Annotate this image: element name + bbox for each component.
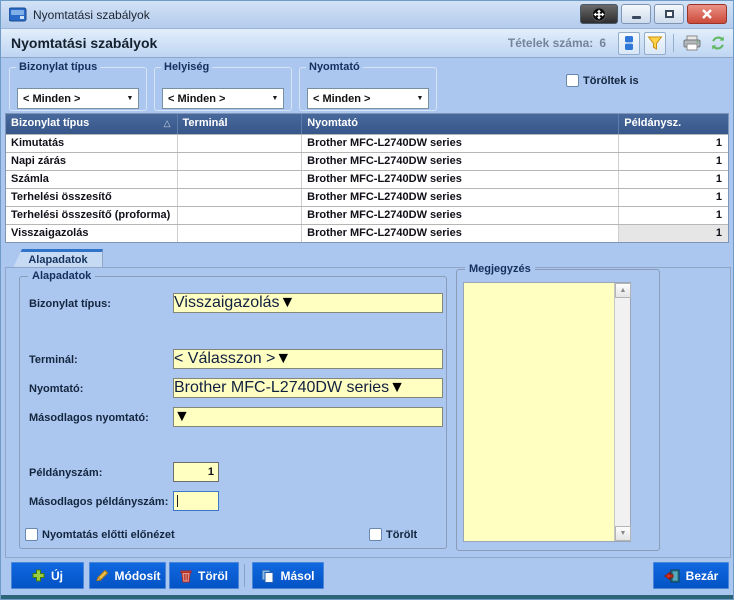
filter-printer-group: Nyomtató < Minden > ▼ (299, 61, 437, 111)
toolbar-separator (244, 564, 245, 587)
maximize-icon[interactable] (654, 4, 684, 24)
filter-location-select[interactable]: < Minden > ▼ (162, 88, 284, 109)
checkbox-icon (369, 528, 382, 541)
app-icon (9, 7, 27, 22)
chevron-down-icon: ▼ (275, 350, 291, 368)
deleted-checkbox[interactable]: Törölt (369, 528, 417, 541)
items-count-label: Tételek száma: (508, 36, 593, 50)
chevron-down-icon: ▼ (412, 95, 428, 102)
table-header-row: Bizonylat típus△ Terminál Nyomtató Példá… (6, 114, 728, 134)
delete-button[interactable]: Töröl (169, 562, 239, 589)
chevron-down-icon: ▼ (122, 95, 138, 102)
table-row[interactable]: Terhelési összesítő Brother MFC-L2740DW … (6, 188, 728, 206)
scroll-down-icon[interactable]: ▼ (615, 526, 631, 541)
window: Nyomtatási szabályok Nyomtatási szabályo… (0, 0, 734, 600)
comment-group-title: Megjegyzés (465, 263, 535, 275)
checkbox-icon (566, 74, 579, 87)
printer-select[interactable]: Brother MFC-L2740DW series ▼ (173, 378, 443, 398)
filter-printer-label: Nyomtató (306, 61, 363, 73)
filter-location-group: Helyiség < Minden > ▼ (154, 61, 292, 111)
plus-icon (32, 569, 45, 582)
tab-alapadatok[interactable]: Alapadatok (13, 249, 103, 268)
move-icon[interactable] (580, 4, 618, 24)
comment-textarea[interactable]: ▲ ▼ (463, 282, 631, 542)
items-count-value: 6 (599, 36, 606, 50)
header-separator (673, 34, 674, 52)
secondary-copies-label: Másodlagos példányszám: (29, 496, 168, 508)
filter-document-type-select[interactable]: < Minden > ▼ (17, 88, 139, 109)
refresh-icon[interactable] (707, 32, 729, 54)
new-button[interactable]: Új (11, 562, 84, 589)
filter-location-label: Helyiség (161, 61, 212, 73)
table-row[interactable]: Napi zárás Brother MFC-L2740DW series 1 (6, 152, 728, 170)
chevron-down-icon: ▼ (389, 379, 405, 397)
terminal-select[interactable]: < Válasszon > ▼ (173, 349, 443, 369)
text-caret (177, 495, 178, 507)
modify-button[interactable]: Módosít (89, 562, 166, 589)
printer-label: Nyomtató: (29, 383, 83, 395)
filter-document-type-label: Bizonylat típus (16, 61, 100, 73)
copy-button[interactable]: Másol (252, 562, 324, 589)
column-header[interactable]: Terminál (177, 114, 302, 134)
basic-data-group-title: Alapadatok (28, 270, 95, 282)
window-bottom-edge (1, 595, 733, 599)
filter-icon[interactable] (644, 32, 666, 55)
filter-printer-select[interactable]: < Minden > ▼ (307, 88, 429, 109)
chevron-down-icon: ▼ (267, 95, 283, 102)
preview-checkbox[interactable]: Nyomtatás előtti előnézet (25, 528, 175, 541)
chevron-down-icon: ▼ (280, 294, 296, 312)
scrollbar[interactable]: ▲ ▼ (614, 283, 630, 541)
header-bar: Nyomtatási szabályok Tételek száma: 6 (1, 29, 733, 58)
table-row-selected[interactable]: Visszaigazolás Brother MFC-L2740DW serie… (6, 224, 728, 242)
grid-view-icon[interactable] (618, 32, 640, 55)
chevron-down-icon: ▼ (174, 408, 190, 426)
column-header[interactable]: Bizonylat típus△ (6, 114, 177, 134)
column-header[interactable]: Nyomtató (301, 114, 618, 134)
copy-icon (261, 569, 274, 583)
sort-ascending-icon: △ (164, 118, 171, 129)
window-controls (580, 4, 727, 24)
trash-icon (180, 569, 192, 583)
copies-label: Példányszám: (29, 467, 102, 479)
close-window-button[interactable]: Bezár (653, 562, 729, 589)
table-row[interactable]: Kimutatás Brother MFC-L2740DW series 1 (6, 134, 728, 152)
secondary-copies-input[interactable] (173, 491, 219, 511)
secondary-printer-select[interactable]: ▼ (173, 407, 443, 427)
window-title: Nyomtatási szabályok (33, 8, 150, 22)
scroll-up-icon[interactable]: ▲ (615, 283, 631, 298)
print-icon[interactable] (681, 32, 703, 54)
exit-door-icon (664, 569, 680, 583)
filter-document-type-group: Bizonylat típus < Minden > ▼ (9, 61, 147, 111)
close-icon[interactable] (687, 4, 727, 24)
table-row[interactable]: Terhelési összesítő (proforma) Brother M… (6, 206, 728, 224)
page-title: Nyomtatási szabályok (1, 35, 157, 51)
document-type-label: Bizonylat típus: (29, 298, 111, 310)
rules-table: Bizonylat típus△ Terminál Nyomtató Példá… (5, 113, 729, 243)
copies-input[interactable]: 1 (173, 462, 219, 482)
column-header[interactable]: Példánysz. (618, 114, 728, 134)
checkbox-icon (25, 528, 38, 541)
minimize-icon[interactable] (621, 4, 651, 24)
secondary-printer-label: Másodlagos nyomtató: (29, 412, 149, 424)
deleted-too-checkbox[interactable]: Töröltek is (566, 74, 639, 87)
document-type-select[interactable]: Visszaigazolás ▼ (173, 293, 443, 313)
pencil-icon (95, 569, 109, 582)
terminal-label: Terminál: (29, 354, 78, 366)
bottom-toolbar: Új Módosít Töröl Másol (1, 558, 733, 597)
table-row[interactable]: Számla Brother MFC-L2740DW series 1 (6, 170, 728, 188)
titlebar: Nyomtatási szabályok (1, 1, 733, 29)
